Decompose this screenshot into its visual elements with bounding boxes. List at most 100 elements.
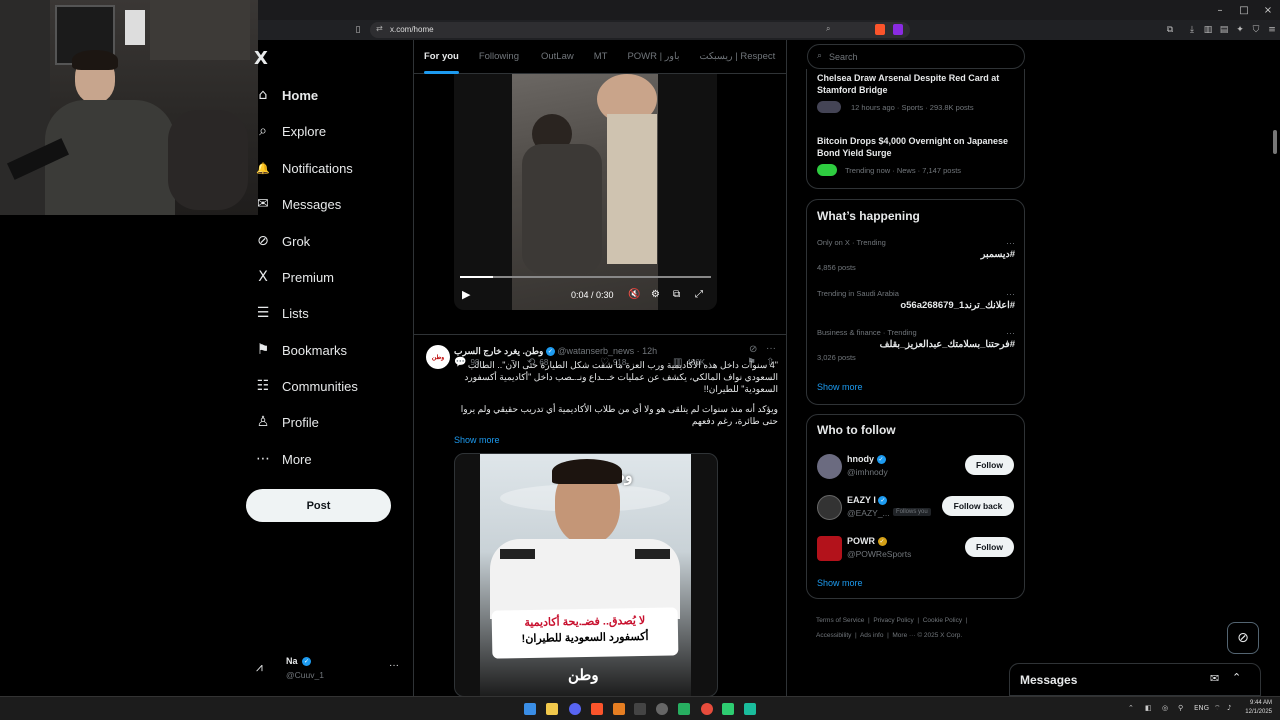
obs-icon[interactable] — [656, 703, 668, 715]
brave-icon[interactable] — [591, 703, 603, 715]
zoom-icon[interactable]: ⌕ — [826, 24, 830, 34]
video-player[interactable]: ▶ 0:04 / 0:30 🔇 ⚙ ⧉ ⤢ — [454, 74, 717, 310]
address-bar[interactable]: ⇄ x.com/home ⌕ — [370, 22, 910, 38]
footer-link[interactable]: Cookie Policy — [923, 617, 962, 624]
start-icon[interactable] — [524, 703, 536, 715]
menu-icon[interactable]: ≡ — [1266, 24, 1278, 36]
follow-suggestion[interactable]: hnody ✓ @imhnody Follow — [807, 451, 1024, 483]
rewards-icon[interactable] — [893, 24, 903, 35]
nav-premium[interactable]: X Premium — [254, 262, 334, 292]
extensions-icon[interactable]: ⧉ — [1164, 24, 1176, 36]
tray-icon[interactable]: ◧ — [1145, 704, 1152, 712]
tab-for-you[interactable]: For you — [424, 40, 459, 74]
news-item[interactable]: Chelsea Draw Arsenal Despite Red Card at… — [817, 72, 1017, 113]
nav-communities[interactable]: ☷ Communities — [254, 371, 358, 401]
nav-home[interactable]: ⌂ Home — [254, 80, 319, 110]
footer-link[interactable]: Terms of Service — [816, 617, 864, 624]
app-icon[interactable] — [722, 703, 734, 715]
follow-back-button[interactable]: Follow back — [942, 496, 1014, 516]
brave-shield-icon[interactable] — [875, 24, 885, 35]
tab-following[interactable]: Following — [479, 40, 519, 74]
nav-explore[interactable]: ⌕ Explore — [254, 116, 326, 146]
volume-icon[interactable]: ♪ — [1227, 704, 1231, 712]
author-name[interactable]: وطن. يغرد خارج السرب — [454, 346, 543, 356]
tray-icon[interactable]: ⚲ — [1178, 704, 1183, 712]
more-dots-icon[interactable]: ··· — [766, 343, 776, 354]
wifi-icon[interactable]: ⌔ — [1214, 704, 1221, 713]
vpn-icon[interactable]: ⛉ — [1250, 24, 1262, 36]
app-icon[interactable] — [678, 703, 690, 715]
search-input[interactable]: ⌕ Search — [807, 44, 1025, 69]
leo-icon[interactable]: ✦ — [1234, 24, 1246, 36]
nav-notifications[interactable]: 🔔 Notifications — [254, 153, 353, 183]
footer-link[interactable]: More ··· — [892, 632, 915, 639]
pip-icon[interactable]: ⧉ — [673, 289, 680, 300]
tweet-time[interactable]: 12h — [642, 346, 657, 356]
bookmark-page-icon[interactable]: ▯ — [352, 24, 364, 36]
nav-profile[interactable]: ♙ Profile — [254, 407, 319, 437]
nav-bookmarks[interactable]: ⚑ Bookmarks — [254, 335, 347, 365]
maximize-button[interactable]: □ — [1232, 0, 1256, 20]
trend-item[interactable]: Business & finance · Trending #فرحتنا_بس… — [817, 328, 1015, 364]
news-item[interactable]: Bitcoin Drops $4,000 Overnight on Japane… — [817, 135, 1017, 176]
sidebar-icon[interactable]: ▥ — [1202, 24, 1214, 36]
new-message-icon[interactable]: ✉ — [1210, 672, 1219, 685]
show-more-link[interactable]: Show more — [454, 435, 500, 445]
minimize-button[interactable]: – — [1208, 0, 1232, 20]
settings-icon[interactable]: ⚙ — [651, 289, 660, 300]
wallet-icon[interactable]: ▤ — [1218, 24, 1230, 36]
tweet[interactable]: وطن وطن. يغرد خارج السرب ✓ @watanserb_ne… — [414, 334, 786, 696]
tab-outlaw[interactable]: OutLaw — [541, 40, 574, 74]
nav-messages[interactable]: ✉ Messages — [254, 189, 341, 219]
tab-powr[interactable]: POWR | باور — [627, 40, 679, 74]
play-icon[interactable]: ▶ — [462, 288, 470, 301]
show-more-link[interactable]: Show more — [817, 578, 863, 588]
discord-icon[interactable] — [569, 703, 581, 715]
close-window-button[interactable]: × — [1256, 0, 1280, 20]
footer-link[interactable]: Privacy Policy — [873, 617, 913, 624]
app-icon[interactable] — [701, 703, 713, 715]
file-explorer-icon[interactable] — [546, 703, 558, 715]
more-dots-icon[interactable]: ··· — [1006, 328, 1015, 338]
tab-respect[interactable]: ريسبكت | Respect — [699, 40, 775, 74]
follow-suggestion[interactable]: POWR ✓ @POWReSports Follow — [807, 533, 1024, 565]
trend-item[interactable]: Trending in Saudi Arabia #اعلانك_ترند1_o… — [817, 289, 1015, 319]
tray-icon[interactable]: ◎ — [1162, 704, 1168, 712]
app-icon[interactable] — [634, 703, 646, 715]
fullscreen-icon[interactable]: ⤢ — [695, 289, 703, 300]
grok-explain-icon[interactable]: ⊘ — [749, 344, 757, 355]
avatar[interactable] — [817, 536, 842, 561]
show-more-link[interactable]: Show more — [817, 382, 863, 392]
tab-mt[interactable]: MT — [594, 40, 608, 74]
avatar[interactable] — [817, 495, 842, 520]
app-icon[interactable] — [613, 703, 625, 715]
author-handle[interactable]: @watanserb_news — [557, 346, 634, 356]
app-icon[interactable] — [744, 703, 756, 715]
language-indicator[interactable]: ENG — [1194, 704, 1209, 712]
clock[interactable]: 9:44 AM 12/1/2025 — [1240, 699, 1272, 717]
grok-button[interactable]: ⊘ — [1227, 622, 1259, 654]
avatar[interactable] — [817, 454, 842, 479]
site-info-icon[interactable]: ⇄ — [376, 24, 383, 33]
tweet-video[interactable]: وطن لا يُصدق.. فضـ.يحة أكاديمية أكسفورد … — [454, 453, 718, 696]
avatar[interactable]: وطن — [426, 345, 450, 369]
tray-chevron-icon[interactable]: ⌃ — [1128, 704, 1134, 712]
follow-button[interactable]: Follow — [965, 537, 1014, 557]
nav-lists[interactable]: ☰ Lists — [254, 298, 309, 328]
footer-link[interactable]: Accessibility — [816, 632, 851, 639]
x-logo[interactable]: X — [254, 48, 268, 69]
more-dots-icon[interactable]: ··· — [1006, 238, 1015, 248]
trend-item[interactable]: Only on X · Trending #ديسمبر 4,856 posts… — [817, 238, 1015, 274]
post-button[interactable]: Post — [246, 489, 391, 522]
footer-link[interactable]: Ads info — [860, 632, 884, 639]
download-icon[interactable]: ⤓ — [1186, 24, 1198, 36]
more-dots-icon[interactable]: ··· — [1006, 289, 1015, 299]
follow-suggestion[interactable]: EAZY I ✓ @EAZY_... Follows you Follow ba… — [807, 492, 1024, 524]
video-progress-bar[interactable] — [460, 276, 711, 278]
expand-icon[interactable]: ⌃ — [1232, 671, 1241, 684]
scrollbar-thumb[interactable] — [1273, 130, 1277, 154]
messages-drawer[interactable]: Messages ✉ ⌃ — [1009, 663, 1261, 696]
nav-grok[interactable]: ⊘ Grok — [254, 226, 310, 256]
more-dots-icon[interactable]: ··· — [389, 660, 399, 671]
mute-icon[interactable]: 🔇 — [628, 289, 640, 300]
